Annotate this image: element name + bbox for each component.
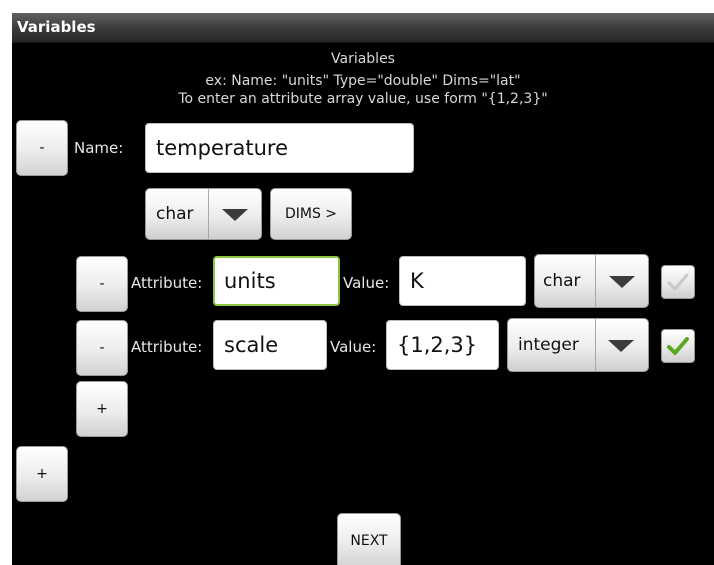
attribute-checkbox[interactable] <box>661 329 695 363</box>
attribute-label: Attribute: <box>131 274 203 292</box>
remove-attribute-button[interactable]: - <box>76 256 128 312</box>
chevron-down-icon <box>608 340 634 352</box>
remove-attribute-button[interactable]: - <box>76 320 128 376</box>
name-label: Name: <box>74 139 124 157</box>
app-screen: Variables Variables ex: Name: "units" Ty… <box>12 13 714 565</box>
attribute-checkbox[interactable] <box>661 265 695 299</box>
check-icon <box>667 337 689 355</box>
attribute-type-dropdown[interactable]: char <box>534 254 649 308</box>
variable-type-value: char <box>156 204 194 224</box>
value-label: Value: <box>343 274 390 292</box>
add-attribute-button[interactable]: + <box>76 381 128 437</box>
chevron-down-icon <box>222 209 248 221</box>
attribute-name-input[interactable]: scale <box>213 320 327 370</box>
next-button[interactable]: NEXT <box>337 513 401 565</box>
attribute-type-dropdown[interactable]: integer <box>507 318 649 372</box>
example-hint: ex: Name: "units" Type="double" Dims="la… <box>205 73 521 89</box>
check-icon <box>667 273 689 291</box>
value-label: Value: <box>330 338 377 356</box>
page-heading: Variables <box>331 51 395 67</box>
dropdown-divider <box>595 319 596 371</box>
variable-name-input[interactable]: temperature <box>145 123 414 173</box>
attribute-type-value: integer <box>518 335 579 355</box>
remove-variable-button[interactable]: - <box>16 120 68 176</box>
variable-type-dropdown[interactable]: char <box>145 188 262 240</box>
dropdown-divider <box>208 189 209 239</box>
attribute-type-value: char <box>543 271 581 291</box>
add-variable-button[interactable]: + <box>16 446 68 502</box>
title-bar: Variables <box>12 13 714 43</box>
array-hint: To enter an attribute array value, use f… <box>178 91 548 107</box>
dropdown-divider <box>595 255 596 307</box>
attribute-name-input[interactable]: units <box>213 256 340 306</box>
attribute-value-input[interactable]: {1,2,3} <box>386 320 499 370</box>
attribute-value-input[interactable]: K <box>399 256 526 306</box>
window-title: Variables <box>17 18 96 36</box>
chevron-down-icon <box>609 276 635 288</box>
attribute-label: Attribute: <box>131 338 203 356</box>
dims-button[interactable]: DIMS > <box>270 188 352 240</box>
